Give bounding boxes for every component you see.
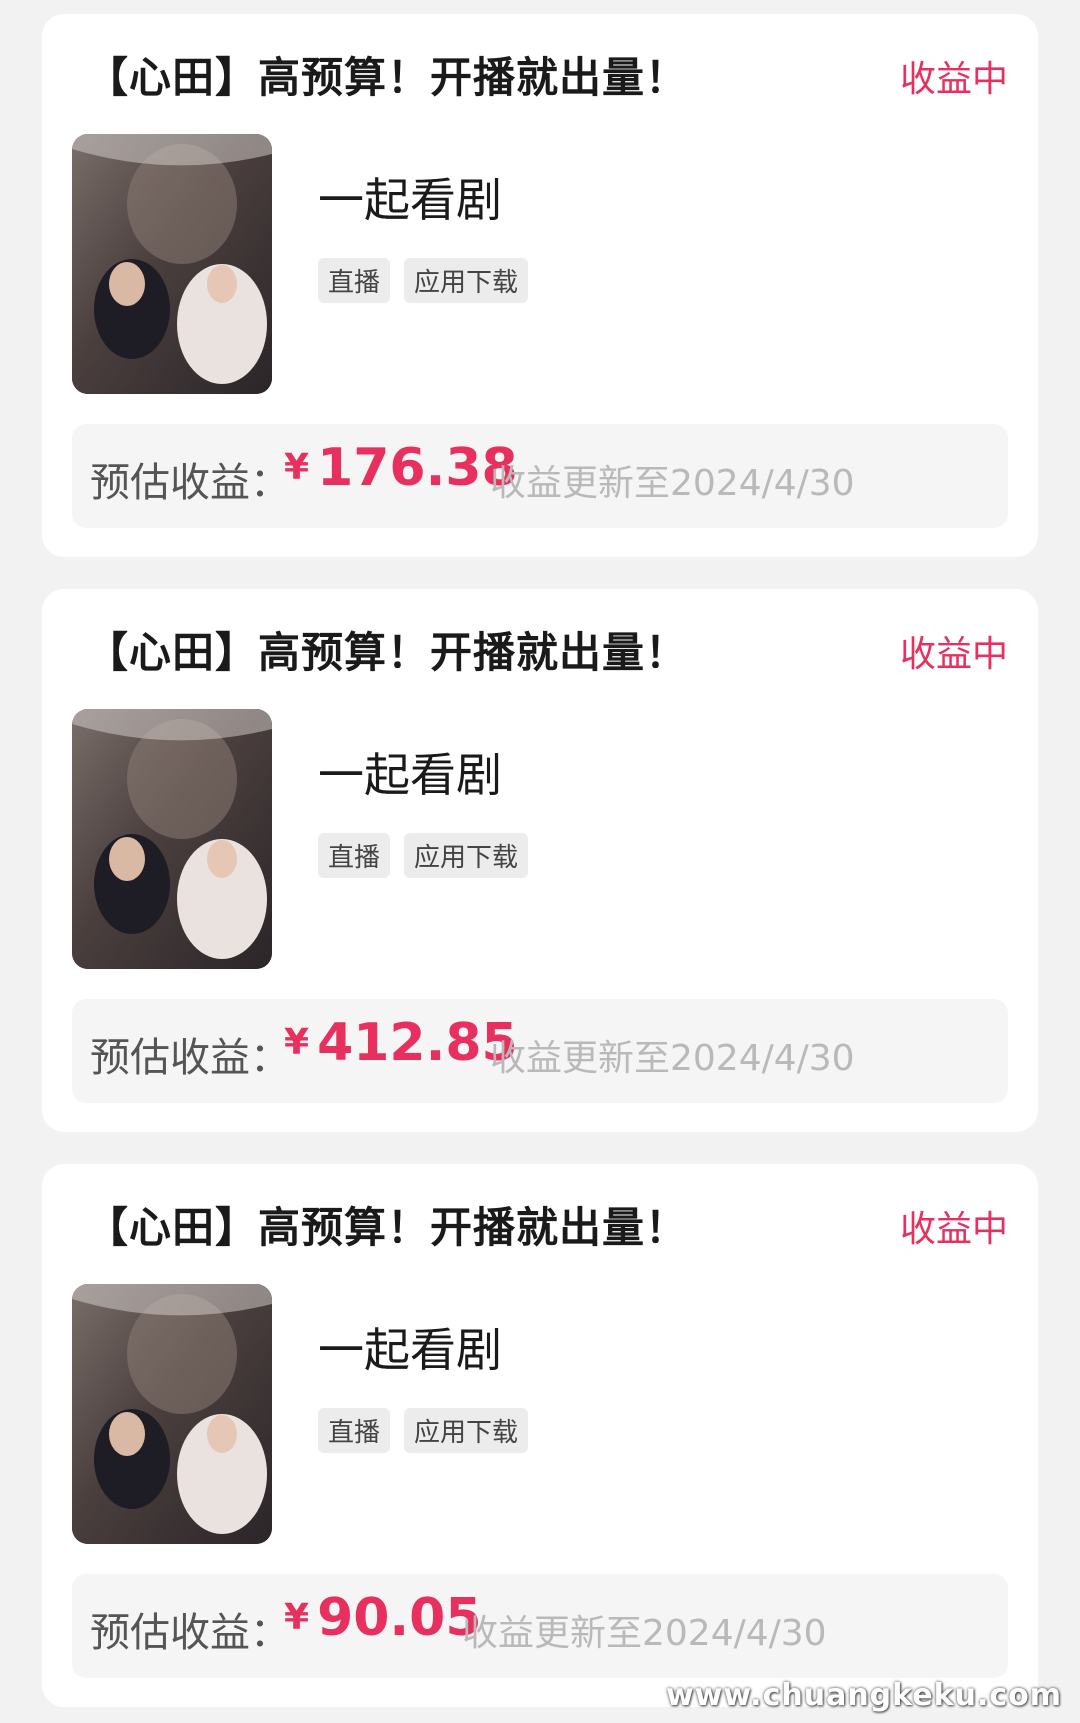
- drama-poster-image: [72, 134, 272, 394]
- tag-list: 直播 应用下载: [318, 1408, 529, 1453]
- earnings-value: 176.38: [317, 438, 518, 498]
- earnings-panel: 预估收益： ¥90.05 收益更新至2024/4/30: [72, 1574, 1008, 1678]
- tag-app-download: 应用下载: [404, 1408, 529, 1453]
- earnings-amount: ¥176.38: [284, 438, 518, 498]
- status-badge: 收益中: [899, 1209, 1008, 1250]
- earnings-amount: ¥412.85: [284, 1013, 518, 1073]
- drama-poster-image: [72, 1284, 272, 1544]
- tag-list: 直播 应用下载: [318, 833, 529, 878]
- task-title: 【心田】高预算！开播就出量！: [86, 53, 689, 102]
- currency-symbol: ¥: [284, 1022, 310, 1063]
- earnings-label: 预估收益：: [90, 1610, 290, 1656]
- app-name: 一起看剧: [318, 1323, 502, 1377]
- earnings-update-date: 收益更新至2024/4/30: [490, 1038, 855, 1079]
- earnings-label: 预估收益：: [90, 460, 290, 506]
- earnings-panel: 预估收益： ¥412.85 收益更新至2024/4/30: [72, 999, 1008, 1103]
- earnings-label: 预估收益：: [90, 1035, 290, 1081]
- tag-live: 直播: [318, 833, 391, 878]
- drama-poster-image: [72, 709, 272, 969]
- app-name: 一起看剧: [318, 748, 502, 802]
- tag-app-download: 应用下载: [404, 833, 529, 878]
- status-badge: 收益中: [899, 634, 1008, 675]
- task-title: 【心田】高预算！开播就出量！: [86, 1203, 689, 1252]
- task-title: 【心田】高预算！开播就出量！: [86, 628, 689, 677]
- status-badge: 收益中: [899, 59, 1008, 100]
- task-card[interactable]: 【心田】高预算！开播就出量！ 收益中 一起看剧 直播 应用下载 预估收益： ¥ …: [42, 589, 1038, 1132]
- earnings-panel: 预估收益： ¥176.38 收益更新至2024/4/30: [72, 424, 1008, 528]
- tag-live: 直播: [318, 258, 391, 303]
- currency-symbol: ¥: [284, 447, 310, 488]
- tag-list: 直播 应用下载: [318, 258, 529, 303]
- task-list-page: 【心田】高预算！开播就出量！ 收益中 一起看剧 直播 应用下载 预估收益： ¥ …: [0, 0, 1080, 1723]
- task-card[interactable]: 【心田】高预算！开播就出量！ 收益中 一起看剧 直播 应用下载 预估收益： ¥ …: [42, 1164, 1038, 1707]
- earnings-value: 412.85: [317, 1013, 518, 1073]
- currency-symbol: ¥: [284, 1597, 310, 1638]
- earnings-update-date: 收益更新至2024/4/30: [490, 463, 855, 504]
- tag-app-download: 应用下载: [404, 258, 529, 303]
- earnings-update-date: 收益更新至2024/4/30: [462, 1613, 827, 1654]
- task-card[interactable]: 【心田】高预算！开播就出量！ 收益中 一起看剧 直播 应用下载 预估收益： ¥ …: [42, 14, 1038, 557]
- app-name: 一起看剧: [318, 173, 502, 227]
- tag-live: 直播: [318, 1408, 391, 1453]
- earnings-value: 90.05: [317, 1588, 482, 1648]
- watermark: www.chuangkeku.com: [665, 1678, 1062, 1713]
- earnings-amount: ¥90.05: [284, 1588, 482, 1648]
